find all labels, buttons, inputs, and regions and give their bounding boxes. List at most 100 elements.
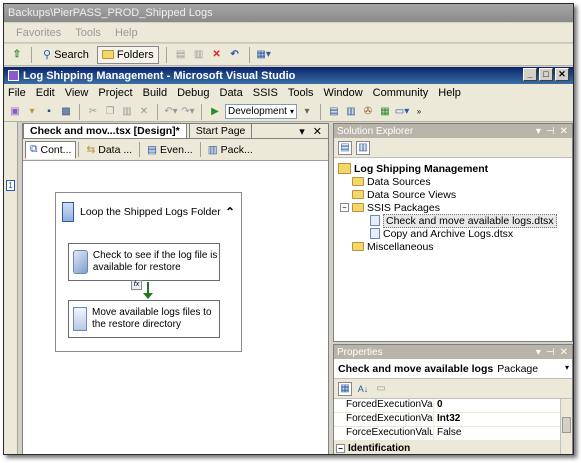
solution-configuration-select[interactable]: Development ▾ [225, 104, 297, 119]
property-pages-icon[interactable]: ▭ [374, 382, 388, 396]
menu-project[interactable]: Project [98, 87, 132, 99]
menu-tools[interactable]: Tools [75, 27, 101, 39]
menu-build[interactable]: Build [143, 87, 167, 99]
alphabetical-icon[interactable]: A↓ [356, 382, 370, 396]
tree-item-ssis-packages[interactable]: − SSIS Packages [338, 201, 572, 214]
menu-favorites[interactable]: Favorites [16, 27, 61, 39]
tab-start-page[interactable]: Start Page [188, 123, 253, 138]
save-all-icon[interactable]: ▩ [59, 105, 73, 119]
toolbox-icon[interactable]: ✇ [361, 105, 375, 119]
menu-file[interactable]: File [8, 87, 26, 99]
views-icon[interactable]: ▦▾ [256, 48, 270, 62]
undo-icon[interactable]: ↶ [228, 48, 242, 62]
property-value[interactable]: 0 [434, 399, 443, 412]
panel-menu-icon[interactable]: ▾ [536, 126, 541, 137]
move-to-icon[interactable]: ▤ [174, 48, 188, 62]
solution-explorer-icon[interactable]: ▤ [327, 105, 341, 119]
pin-icon[interactable]: ⊣ [546, 347, 555, 358]
menu-ssis[interactable]: SSIS [253, 87, 278, 99]
object-browser-icon[interactable]: ▦ [378, 105, 392, 119]
toolbox-side-strip[interactable]: 1 [4, 122, 18, 454]
menu-view[interactable]: View [65, 87, 89, 99]
tab-dropdown-icon[interactable]: ▾ [299, 125, 305, 138]
tab-data-flow[interactable]: ⇆ Data ... [81, 141, 137, 159]
show-all-files-icon[interactable]: ▥ [356, 140, 370, 155]
tab-package-design[interactable]: Check and mov...tsx [Design]* [23, 123, 187, 138]
toolbox-tab-icon[interactable]: 1 [6, 180, 15, 191]
cut-icon[interactable]: ✂ [86, 105, 100, 119]
panel-controls: ▾ ⊣ ✕ [536, 126, 572, 137]
tab-event-handlers[interactable]: ▤ Even... [142, 141, 198, 159]
tree-item-project[interactable]: Log Shipping Management [338, 162, 572, 175]
property-category[interactable]: − Identification [334, 441, 572, 454]
foreach-loop-container[interactable]: Loop the Shipped Logs Folder ⌃ Check to … [55, 192, 242, 352]
close-icon[interactable]: ✕ [560, 126, 568, 137]
tree-item-data-sources[interactable]: Data Sources [338, 175, 572, 188]
tree-item-package-copy[interactable]: Copy and Archive Logs.dtsx [338, 227, 572, 240]
save-icon[interactable]: ▪ [42, 105, 56, 119]
up-folder-icon[interactable]: ⇧ [10, 48, 24, 62]
panel-menu-icon[interactable]: ▾ [536, 347, 541, 358]
property-row[interactable]: ForcedExecutionValue 0 [334, 399, 572, 413]
tree-item-data-source-views[interactable]: Data Source Views [338, 188, 572, 201]
paste-icon[interactable]: ▥ [120, 105, 134, 119]
collapse-category-icon[interactable]: − [336, 443, 345, 453]
tab-package-explorer[interactable]: ▥ Pack... [203, 141, 258, 159]
solution-explorer-title: Solution Explorer [337, 125, 414, 137]
menu-help[interactable]: Help [115, 27, 138, 39]
object-selector[interactable]: Check and move available logs Package ▾ [334, 359, 572, 379]
folder-icon [352, 177, 364, 186]
delete-icon[interactable]: ✕ [137, 105, 151, 119]
new-project-icon[interactable]: ▣ [8, 105, 22, 119]
toolbar-options-icon[interactable]: » [412, 105, 426, 119]
explorer-title-bar[interactable]: Backups\PierPASS_PROD_Shipped Logs [4, 4, 573, 22]
undo-icon[interactable]: ↶▾ [164, 105, 178, 119]
properties-icon[interactable]: ▥ [344, 105, 358, 119]
property-row[interactable]: ForceExecutionValue False [334, 427, 572, 441]
window-list-icon[interactable]: ▭▾ [395, 105, 409, 119]
properties-title-bar[interactable]: Properties ▾ ⊣ ✕ [334, 345, 572, 359]
start-debug-icon[interactable]: ▶ [208, 105, 222, 119]
package-copy-label: Copy and Archive Logs.dtsx [383, 227, 514, 240]
script-task[interactable]: Check to see if the log file is availabl… [68, 243, 220, 281]
categorized-icon[interactable]: ▦ [338, 381, 352, 396]
script-task-label: Check to see if the log file is availabl… [92, 250, 218, 273]
file-system-task[interactable]: Move available logs files to the restore… [68, 300, 220, 338]
properties-scrollbar[interactable] [560, 399, 572, 454]
menu-tools[interactable]: Tools [288, 87, 314, 99]
menu-edit[interactable]: Edit [36, 87, 55, 99]
pin-icon[interactable]: ⊣ [546, 126, 555, 137]
copy-to-icon[interactable]: ▥ [192, 48, 206, 62]
menu-community[interactable]: Community [373, 87, 429, 99]
copy-icon[interactable]: ❐ [103, 105, 117, 119]
open-icon[interactable]: ▾ [25, 105, 39, 119]
tree-item-miscellaneous[interactable]: Miscellaneous [338, 240, 572, 253]
menu-window[interactable]: Window [324, 87, 363, 99]
maximize-icon[interactable]: □ [539, 68, 553, 81]
find-icon[interactable]: ▾ [300, 105, 314, 119]
scroll-thumb[interactable] [562, 417, 571, 433]
property-row[interactable]: ForcedExecutionValueTy Int32 [334, 413, 572, 427]
vs-title-bar[interactable]: Log Shipping Management - Microsoft Visu… [4, 67, 573, 84]
minimize-icon[interactable]: _ [523, 68, 537, 81]
tree-item-package-check[interactable]: Check and move available logs.dtsx [338, 213, 572, 228]
menu-data[interactable]: Data [220, 87, 243, 99]
property-value[interactable]: Int32 [434, 413, 460, 426]
search-button[interactable]: ⚲ Search [39, 46, 93, 64]
solution-explorer-title-bar[interactable]: Solution Explorer ▾ ⊣ ✕ [334, 124, 572, 138]
menu-help[interactable]: Help [438, 87, 461, 99]
collapse-tree-icon[interactable]: − [340, 203, 349, 212]
menu-debug[interactable]: Debug [177, 87, 209, 99]
tab-control-flow[interactable]: ⧉ Cont... [25, 140, 77, 159]
tab-control-flow-label: Cont... [40, 143, 72, 156]
close-icon[interactable]: ✕ [560, 347, 568, 358]
delete-icon[interactable]: ✕ [210, 48, 224, 62]
property-value[interactable]: False [434, 427, 461, 440]
solution-explorer-panel: Solution Explorer ▾ ⊣ ✕ ▤ ▥ Log Shipping… [333, 123, 573, 342]
collapse-icon[interactable]: ⌃ [225, 205, 235, 219]
properties-icon[interactable]: ▤ [338, 140, 352, 155]
redo-icon[interactable]: ↷▾ [181, 105, 195, 119]
close-icon[interactable]: ✕ [555, 68, 569, 81]
close-document-icon[interactable]: ✕ [313, 125, 322, 138]
folders-button[interactable]: Folders [96, 45, 159, 64]
